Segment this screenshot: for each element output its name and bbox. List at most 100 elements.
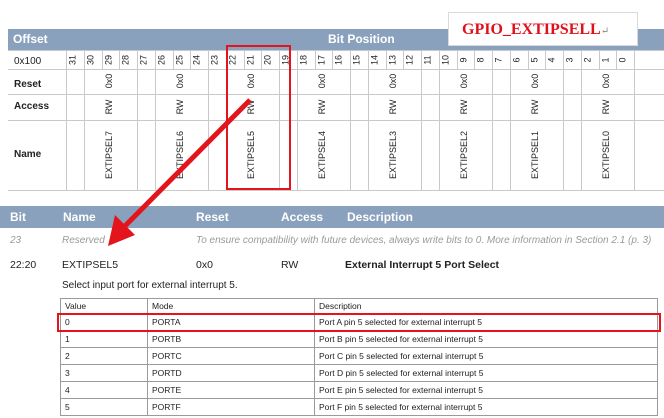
field-access: RW	[281, 259, 299, 271]
field-access-value: RW	[388, 99, 399, 115]
offset-header: Offset	[13, 32, 48, 46]
bit-number: 13	[387, 55, 397, 66]
grid-vline	[66, 50, 67, 190]
bit-number: 24	[191, 55, 202, 66]
bit-number: 25	[174, 55, 184, 66]
enum-value: 4	[60, 381, 148, 399]
bit-number: 5	[529, 57, 539, 63]
grid-vline	[367, 69, 369, 190]
enum-row: 4 PORTE Port E pin 5 selected for external…	[60, 381, 658, 399]
bit-number: 16	[333, 55, 344, 66]
field-access-value: RW	[459, 99, 470, 115]
enum-row: 2 PORTC Port C pin 5 selected for external…	[60, 347, 658, 365]
field-list-header-bar: Bit Name Reset Access Description	[0, 206, 664, 228]
bit-number: 11	[422, 55, 433, 65]
grid-vline	[456, 50, 458, 69]
field-reset-value: 0x0	[530, 73, 541, 89]
enum-value-header: Value	[60, 298, 148, 314]
grid-vline	[421, 69, 422, 190]
highlight-box-porta-row	[57, 313, 661, 332]
grid-vline	[172, 50, 174, 69]
access-row-label: Access	[14, 101, 50, 112]
register-title-badge: GPIO_EXTIPSELL↵	[448, 12, 638, 46]
field-sub-description: Select input port for external interrupt…	[62, 280, 238, 291]
reset-row-label: Reset	[14, 79, 42, 90]
enum-mode: PORTC	[147, 347, 315, 365]
field-access-value: RW	[530, 99, 541, 115]
field-access-value: RW	[104, 99, 115, 115]
bit-number: 18	[298, 55, 309, 66]
name-col-header: Name	[63, 210, 96, 224]
enum-mode: PORTD	[147, 364, 315, 382]
grid-vline	[314, 50, 316, 69]
field-name-label: EXTIPSEL4	[317, 130, 328, 180]
enum-mode: PORTB	[147, 330, 315, 348]
enum-mode: PORTE	[147, 381, 315, 399]
reset-col-header: Reset	[196, 210, 229, 224]
field-name-label: EXTIPSEL3	[388, 130, 399, 180]
field-reset-value: 0x0	[601, 73, 612, 89]
bit-number: 12	[404, 55, 415, 66]
bit-number: 23	[209, 55, 220, 66]
field-reset-value: 0x0	[104, 73, 115, 89]
field-reset: 0x0	[196, 259, 213, 271]
field-name: EXTIPSEL5	[62, 259, 119, 271]
enum-description: Port B pin 5 selected for external inter…	[314, 330, 658, 348]
grid-vline	[350, 69, 351, 190]
reserved-name: Reserved	[62, 235, 105, 246]
reserved-bit: 23	[10, 235, 22, 246]
grid-vline	[154, 69, 156, 190]
grid-vline	[509, 69, 511, 190]
bit-number: 4	[546, 57, 557, 63]
field-reset-value: 0x0	[388, 73, 399, 89]
enum-description: Port F pin 5 selected for external inter…	[314, 398, 658, 416]
grid-vline	[492, 69, 493, 190]
access-col-header: Access	[281, 210, 324, 224]
grid-vline	[563, 69, 564, 190]
enum-description-header: Description	[314, 298, 658, 314]
bit-number: 15	[351, 55, 362, 66]
enum-row: 5 PORTF Port F pin 5 selected for external…	[60, 398, 658, 416]
grid-vline	[438, 69, 440, 190]
highlight-box-extipsel5	[226, 45, 291, 190]
bit-number: 27	[138, 55, 149, 66]
enum-value: 2	[60, 347, 148, 365]
bit-number: 30	[85, 55, 96, 66]
enum-mode-header: Mode	[147, 298, 315, 314]
bit-col-header: Bit	[10, 210, 26, 224]
bit-number: 10	[440, 55, 451, 66]
field-access-value: RW	[175, 99, 186, 115]
enum-description: Port D pin 5 selected for external inter…	[314, 364, 658, 382]
field-name-label: EXTIPSEL6	[175, 130, 186, 180]
grid-vline	[580, 69, 582, 190]
bit-number: 31	[67, 55, 78, 66]
field-name-label: EXTIPSEL7	[104, 130, 115, 180]
description-col-header: Description	[347, 210, 414, 224]
field-access-value: RW	[601, 99, 612, 115]
grid-vline	[598, 50, 600, 69]
bit-number: 1	[600, 57, 610, 63]
grid-vline	[101, 50, 103, 69]
enum-header-row: Value Mode Description	[60, 298, 658, 314]
bit-number: 29	[103, 55, 113, 66]
bit-number: 26	[156, 55, 167, 66]
bit-number: 7	[493, 57, 504, 63]
enum-description: Port C pin 5 selected for external inter…	[314, 347, 658, 365]
return-mark-icon: ↵	[600, 26, 610, 37]
bit-number: 6	[511, 57, 522, 63]
field-name-label: EXTIPSEL2	[459, 130, 470, 180]
field-name-label: EXTIPSEL0	[601, 130, 612, 180]
enum-mode: PORTF	[147, 398, 315, 416]
reserved-description: To ensure compatibility with future devi…	[196, 235, 652, 246]
enum-value: 3	[60, 364, 148, 382]
grid-vline	[634, 50, 635, 69]
grid-vline	[208, 69, 209, 190]
grid-vline	[634, 69, 635, 190]
field-description: External Interrupt 5 Port Select	[345, 259, 500, 271]
bit-number: 14	[369, 55, 380, 66]
field-name-label: EXTIPSEL1	[530, 130, 541, 180]
bit-number: 28	[120, 55, 131, 66]
field-bit: 22:20	[10, 259, 37, 271]
grid-vline	[385, 50, 387, 69]
field-reset-value: 0x0	[459, 73, 470, 89]
